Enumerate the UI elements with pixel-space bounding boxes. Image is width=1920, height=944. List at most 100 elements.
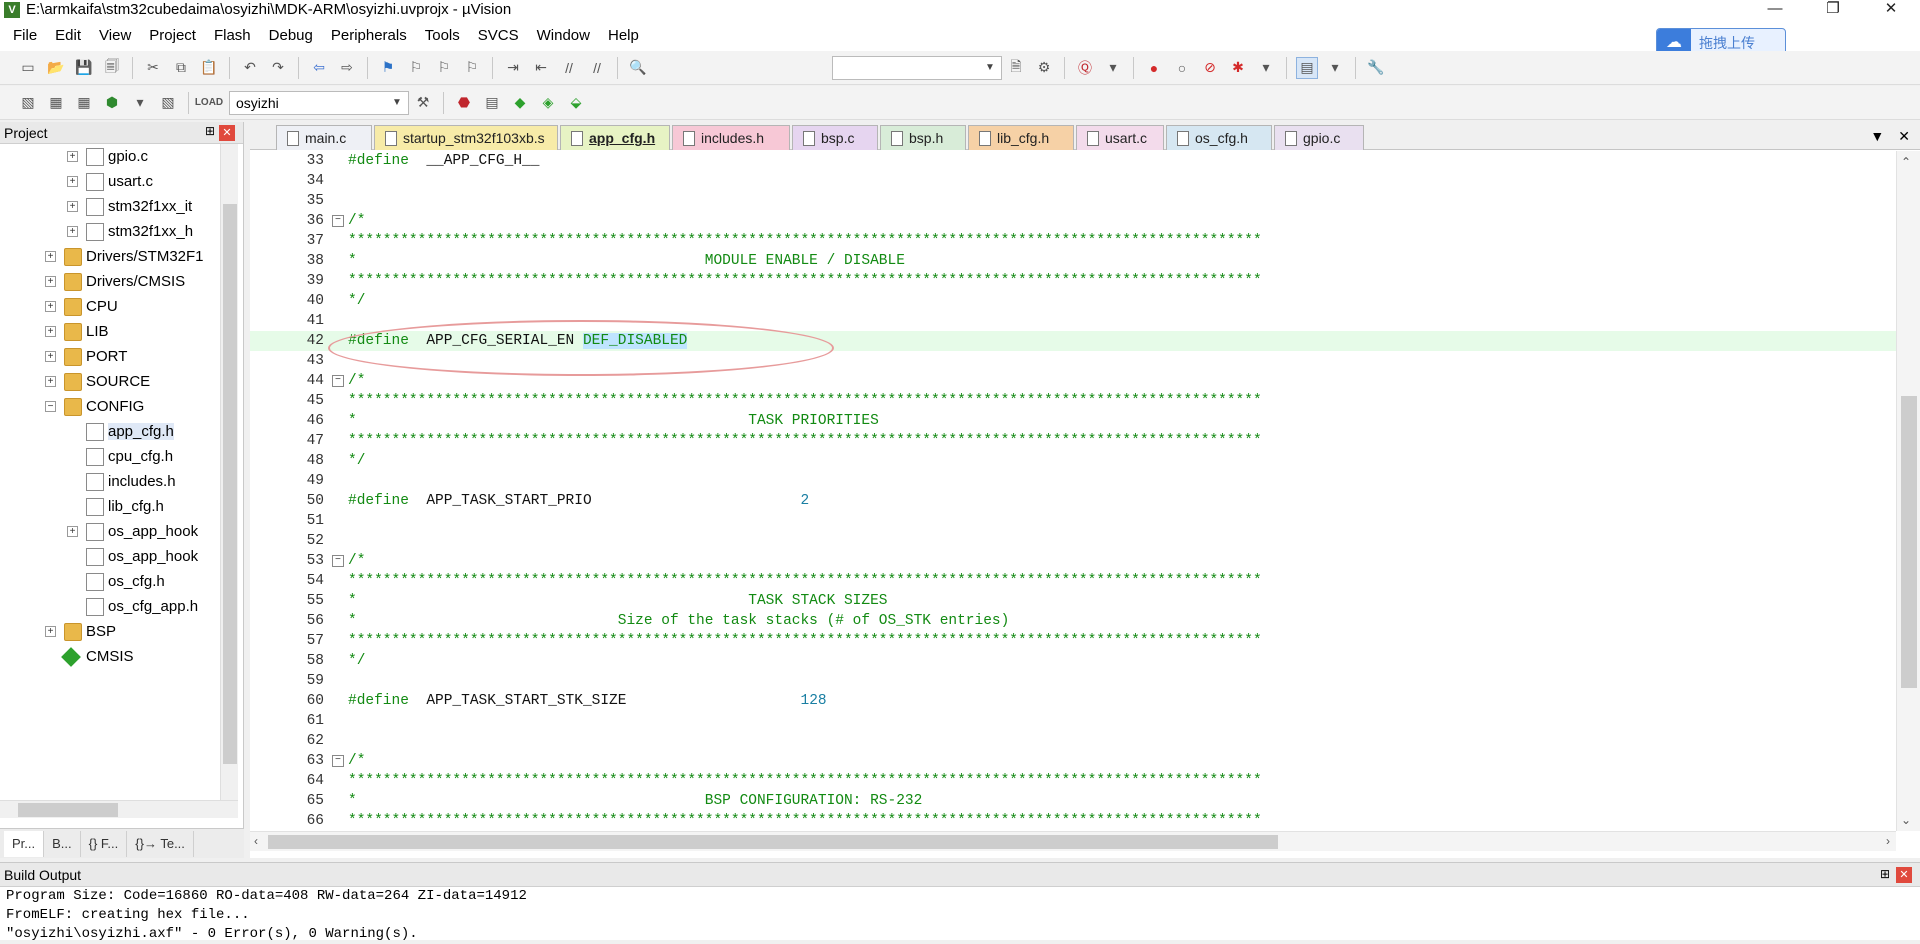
scroll-right-icon[interactable]: ›: [1886, 834, 1890, 848]
scroll-thumb[interactable]: [223, 204, 237, 764]
tree-item[interactable]: cpu_cfg.h: [0, 444, 220, 469]
menu-flash[interactable]: Flash: [205, 27, 260, 44]
editor-tab[interactable]: bsp.h: [880, 125, 966, 150]
stop-build-icon[interactable]: ▧: [157, 92, 179, 114]
code-line[interactable]: 40 */: [250, 291, 1896, 311]
target-options-icon[interactable]: ⚒: [412, 92, 434, 114]
scroll-down-icon[interactable]: ⌄: [1901, 813, 1911, 827]
code-line[interactable]: 59: [250, 671, 1896, 691]
nav-forward-icon[interactable]: ⇨: [336, 57, 358, 79]
expand-icon[interactable]: +: [67, 201, 78, 212]
editor-hscrollbar[interactable]: ‹ ›: [250, 831, 1896, 851]
find-combo[interactable]: ▼: [832, 55, 1002, 80]
expand-icon[interactable]: +: [45, 326, 56, 337]
menu-tools[interactable]: Tools: [416, 27, 469, 44]
pin-icon[interactable]: ⊞: [1880, 867, 1890, 881]
code-line[interactable]: 33 #define __APP_CFG_H__: [250, 151, 1896, 171]
chevron-down-icon[interactable]: ▾: [129, 92, 151, 114]
code-line[interactable]: 49: [250, 471, 1896, 491]
code-line[interactable]: 54 **************************************…: [250, 571, 1896, 591]
code-line[interactable]: 52: [250, 531, 1896, 551]
expand-icon[interactable]: +: [67, 226, 78, 237]
code-line[interactable]: 63−/*: [250, 751, 1896, 771]
menu-edit[interactable]: Edit: [46, 27, 90, 44]
prev-bookmark-icon[interactable]: ⚐: [405, 57, 427, 79]
project-tree-vscrollbar[interactable]: [220, 144, 238, 800]
next-bookmark-icon[interactable]: ⚐: [433, 57, 455, 79]
tab-menu-icon[interactable]: ▼: [1870, 128, 1884, 145]
tree-item[interactable]: CMSIS: [0, 644, 220, 669]
expand-icon[interactable]: +: [45, 301, 56, 312]
clear-bookmarks-icon[interactable]: ⚐: [461, 57, 483, 79]
tree-item[interactable]: − CONFIG: [0, 394, 220, 419]
code-line[interactable]: 53−/*: [250, 551, 1896, 571]
code-line[interactable]: 43: [250, 351, 1896, 371]
target-select[interactable]: osyizhi ▼: [229, 90, 409, 115]
tree-item[interactable]: + PORT: [0, 344, 220, 369]
code-line[interactable]: 50 #define APP_TASK_START_PRIO 2: [250, 491, 1896, 511]
tree-item[interactable]: + usart.c: [0, 169, 220, 194]
menu-peripherals[interactable]: Peripherals: [322, 27, 416, 44]
expand-icon[interactable]: +: [45, 276, 56, 287]
close-icon[interactable]: ✕: [1896, 867, 1912, 883]
editor-tab[interactable]: lib_cfg.h: [968, 125, 1074, 150]
chevron-down-icon[interactable]: ▾: [1102, 57, 1124, 79]
save-all-icon[interactable]: 🗐: [101, 57, 123, 79]
comment-icon[interactable]: //: [558, 57, 580, 79]
editor-tab[interactable]: os_cfg.h: [1166, 125, 1272, 150]
expand-icon[interactable]: +: [67, 526, 78, 537]
manage-run-time-env-icon[interactable]: ◆: [509, 92, 531, 114]
tree-item[interactable]: os_app_hook: [0, 544, 220, 569]
tab-functions[interactable]: {} F...: [81, 830, 128, 857]
tree-item[interactable]: + stm32f1xx_it: [0, 194, 220, 219]
expand-icon[interactable]: +: [45, 626, 56, 637]
close-icon[interactable]: ✕: [219, 125, 235, 141]
download-icon[interactable]: LOAD: [195, 92, 223, 114]
bookmark-icon[interactable]: ⚑: [377, 57, 399, 79]
tree-item[interactable]: + Drivers/STM32F1: [0, 244, 220, 269]
fold-collapse-icon[interactable]: −: [332, 555, 344, 567]
menu-debug[interactable]: Debug: [260, 27, 322, 44]
editor-tab[interactable]: gpio.c: [1274, 125, 1364, 150]
tree-item[interactable]: + SOURCE: [0, 369, 220, 394]
close-tab-icon[interactable]: ✕: [1898, 128, 1910, 145]
paste-icon[interactable]: 📋: [198, 57, 220, 79]
undo-icon[interactable]: ↶: [239, 57, 261, 79]
code-line[interactable]: 51: [250, 511, 1896, 531]
chevron-down-icon[interactable]: ▾: [1324, 57, 1346, 79]
code-line[interactable]: 37 **************************************…: [250, 231, 1896, 251]
code-line[interactable]: 36−/*: [250, 211, 1896, 231]
tree-item[interactable]: + stm32f1xx_h: [0, 219, 220, 244]
tree-item[interactable]: + gpio.c: [0, 144, 220, 169]
scroll-left-icon[interactable]: ‹: [254, 834, 258, 848]
tree-item[interactable]: app_cfg.h: [0, 419, 220, 444]
unindent-icon[interactable]: ⇤: [530, 57, 552, 79]
expand-icon[interactable]: +: [45, 351, 56, 362]
menu-view[interactable]: View: [90, 27, 140, 44]
expand-icon[interactable]: +: [67, 176, 78, 187]
code-line[interactable]: 62: [250, 731, 1896, 751]
menu-project[interactable]: Project: [140, 27, 205, 44]
configure-icon[interactable]: 🔧: [1365, 57, 1387, 79]
code-line[interactable]: 34: [250, 171, 1896, 191]
tree-item[interactable]: lib_cfg.h: [0, 494, 220, 519]
code-line[interactable]: 66 **************************************…: [250, 811, 1896, 831]
manage-project-items-icon[interactable]: ⬣: [453, 92, 475, 114]
code-line[interactable]: 55 * TASK STACK SIZES: [250, 591, 1896, 611]
new-file-icon[interactable]: ▭: [17, 57, 39, 79]
code-line[interactable]: 61: [250, 711, 1896, 731]
breakpoint-icon[interactable]: ●: [1143, 57, 1165, 79]
tree-item[interactable]: + CPU: [0, 294, 220, 319]
multi-project-icon[interactable]: ▤: [481, 92, 503, 114]
menu-file[interactable]: File: [4, 27, 46, 44]
tree-item[interactable]: + Drivers/CMSIS: [0, 269, 220, 294]
chevron-down-icon[interactable]: ▾: [1255, 57, 1277, 79]
tree-item[interactable]: includes.h: [0, 469, 220, 494]
tree-item[interactable]: + BSP: [0, 619, 220, 644]
editor-tab[interactable]: usart.c: [1076, 125, 1164, 150]
code-line[interactable]: 48 */: [250, 451, 1896, 471]
fold-collapse-icon[interactable]: −: [332, 375, 344, 387]
project-tree-hscrollbar[interactable]: [0, 800, 238, 818]
editor-vscrollbar[interactable]: ⌃ ⌄: [1896, 151, 1920, 831]
disable-all-breakpoints-icon[interactable]: ⊘: [1199, 57, 1221, 79]
